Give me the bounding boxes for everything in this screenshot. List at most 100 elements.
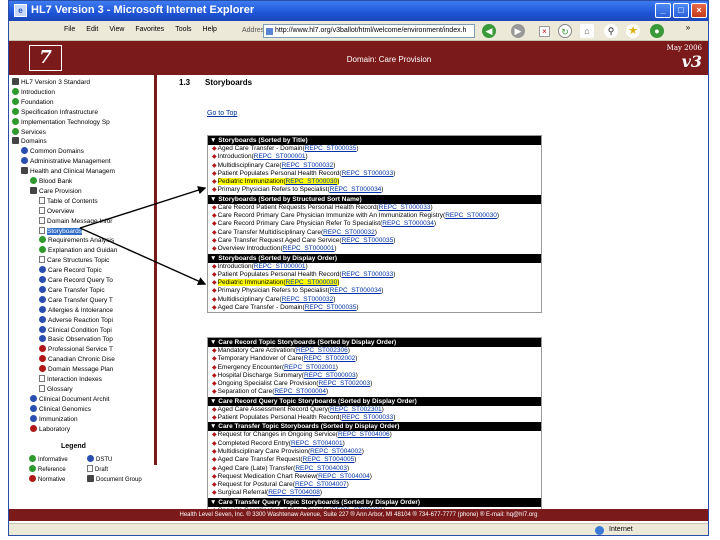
- nav-item[interactable]: Care Provision: [30, 186, 82, 196]
- storyboard-code-link[interactable]: REPC_ST000033: [342, 414, 394, 421]
- storyboard-code-link[interactable]: REPC_ST002001: [284, 364, 336, 371]
- nav-item[interactable]: Domains: [12, 137, 47, 146]
- nav-item[interactable]: Domain Message Plan: [39, 365, 113, 374]
- nav-item[interactable]: Professional Service T: [39, 345, 113, 354]
- nav-item[interactable]: Care Transfer Topic: [39, 285, 105, 295]
- storyboard-code-link[interactable]: REPC_ST000030: [285, 178, 338, 186]
- storyboard-code-link[interactable]: REPC_ST004001: [291, 440, 343, 447]
- nav-item[interactable]: Health and Clinical Managem: [21, 167, 115, 176]
- nav-item[interactable]: Domain Message Infor: [39, 216, 112, 226]
- nav-item[interactable]: Care Record Topic: [39, 266, 102, 275]
- storyboard-code-link[interactable]: REPC_ST000034: [330, 186, 382, 193]
- table-section-header[interactable]: ▼ Storyboards (Sorted by Title): [208, 136, 541, 145]
- nav-item[interactable]: Introduction: [12, 87, 55, 97]
- close-button[interactable]: ×: [691, 3, 707, 18]
- nav-item[interactable]: HL7 Version 3 Standard: [12, 78, 90, 87]
- nav-item[interactable]: Canadian Chronic Dise: [39, 355, 115, 364]
- table-section-header[interactable]: ▼ Care Transfer Query Topic Storyboards …: [208, 497, 541, 507]
- table-section-header[interactable]: ▼ Storyboards (Sorted by Display Order): [208, 253, 541, 263]
- storyboard-code-link[interactable]: REPC_ST000001: [283, 245, 335, 252]
- storyboard-code-link[interactable]: REPC_ST000033: [342, 170, 394, 177]
- collapse-triangle-icon[interactable]: ▼: [210, 255, 218, 262]
- nav-item[interactable]: Care Transfer Query T: [39, 295, 113, 305]
- nav-item[interactable]: Immunization: [30, 414, 78, 424]
- menu-tools[interactable]: Tools: [175, 26, 191, 33]
- nav-item[interactable]: Allergies & Intolerance: [39, 305, 113, 315]
- menu-file[interactable]: File: [64, 26, 75, 33]
- menu-help[interactable]: Help: [203, 26, 217, 33]
- nav-item[interactable]: Blood Bank: [30, 177, 72, 186]
- nav-item[interactable]: Glossary: [39, 384, 73, 394]
- stop-icon[interactable]: ×: [539, 26, 550, 37]
- nav-item[interactable]: Explanation and Guidan: [39, 246, 117, 255]
- nav-item[interactable]: Adverse Reaction Topi: [39, 315, 113, 325]
- storyboard-code-link[interactable]: REPC_ST000001: [254, 153, 306, 160]
- collapse-triangle-icon[interactable]: ▼: [210, 339, 218, 346]
- nav-item[interactable]: Foundation: [12, 97, 54, 107]
- storyboard-code-link[interactable]: REPC_ST004007: [295, 481, 347, 488]
- storyboard-code-link[interactable]: REPC_ST000035: [305, 145, 357, 152]
- table-section-header[interactable]: ▼ Storyboards (Sorted by Structured Sort…: [208, 194, 541, 204]
- table-section-header[interactable]: ▼ Care Record Query Topic Storyboards (S…: [208, 396, 541, 406]
- storyboard-code-link[interactable]: REPC_ST002306: [296, 347, 348, 354]
- storyboard-code-link[interactable]: REPC_ST004006: [338, 431, 390, 438]
- collapse-triangle-icon[interactable]: ▼: [210, 196, 218, 203]
- favorites-star-icon[interactable]: ★: [626, 24, 640, 38]
- storyboard-code-link[interactable]: REPC_ST002002: [304, 355, 356, 362]
- menu-edit[interactable]: Edit: [86, 26, 98, 33]
- nav-item[interactable]: Care Record Query To: [39, 276, 113, 285]
- storyboard-code-link[interactable]: REPC_ST004008: [268, 489, 320, 496]
- address-input[interactable]: http://www.hl7.org/v3ballot/html/welcome…: [263, 24, 475, 38]
- nav-item[interactable]: Storyboards: [39, 226, 83, 236]
- storyboard-code-link[interactable]: REPC_ST000034: [330, 287, 382, 294]
- chevron-more-icon[interactable]: »: [681, 21, 695, 35]
- menu-view[interactable]: View: [109, 26, 124, 33]
- collapse-triangle-icon[interactable]: ▼: [210, 499, 218, 506]
- nav-item[interactable]: Clinical Genomics: [30, 404, 91, 414]
- storyboard-code-link[interactable]: REPC_ST000032: [323, 229, 375, 236]
- storyboard-code-link[interactable]: REPC_ST000032: [282, 162, 334, 169]
- refresh-icon[interactable]: ↻: [558, 24, 572, 38]
- minimize-button[interactable]: _: [655, 3, 671, 18]
- storyboard-code-link[interactable]: REPC_ST000030: [285, 279, 338, 287]
- nav-item[interactable]: Services: [12, 127, 46, 137]
- storyboard-code-link[interactable]: REPC_ST004005: [303, 456, 355, 463]
- collapse-triangle-icon[interactable]: ▼: [210, 398, 218, 405]
- nav-item[interactable]: Overview: [39, 206, 74, 216]
- storyboard-code-link[interactable]: REPC_ST000001: [254, 263, 306, 270]
- nav-item[interactable]: Clinical Document Archit: [30, 394, 109, 404]
- storyboard-code-link[interactable]: REPC_ST000004: [274, 388, 326, 395]
- home-icon[interactable]: ⌂: [580, 24, 594, 38]
- menu-favorites[interactable]: Favorites: [135, 26, 164, 33]
- storyboard-code-link[interactable]: REPC_ST000033: [379, 204, 431, 211]
- storyboard-code-link[interactable]: REPC_ST000034: [382, 220, 434, 227]
- nav-item[interactable]: Specification Infrastructure: [12, 107, 98, 117]
- nav-item[interactable]: Clinical Condition Topi: [39, 325, 112, 335]
- storyboard-code-link[interactable]: REPC_ST000033: [342, 271, 394, 278]
- maximize-button[interactable]: □: [673, 3, 689, 18]
- back-icon[interactable]: ◀: [482, 24, 496, 38]
- search-icon[interactable]: ⚲: [604, 24, 618, 38]
- nav-item[interactable]: Care Structures Topic: [39, 256, 109, 265]
- storyboard-code-link[interactable]: REPC_ST000030: [445, 212, 497, 219]
- collapse-triangle-icon[interactable]: ▼: [210, 423, 218, 430]
- storyboard-code-link[interactable]: REPC_ST000032: [282, 296, 334, 303]
- storyboard-code-link[interactable]: REPC_ST000035: [342, 237, 394, 244]
- storyboard-code-link[interactable]: REPC_ST002301: [330, 406, 382, 413]
- storyboard-code-link[interactable]: REPC_ST004004: [318, 473, 370, 480]
- collapse-triangle-icon[interactable]: ▼: [210, 137, 218, 144]
- storyboard-code-link[interactable]: REPC_ST004002: [310, 448, 362, 455]
- media-icon[interactable]: ●: [650, 24, 664, 38]
- table-section-header[interactable]: ▼ Care Transfer Topic Storyboards (Sorte…: [208, 422, 541, 432]
- nav-item[interactable]: Basic Observation Top: [39, 335, 113, 344]
- storyboard-code-link[interactable]: REPC_ST000035: [305, 304, 357, 311]
- nav-item[interactable]: Laboratory: [30, 424, 70, 434]
- nav-item[interactable]: Interaction Indexes: [39, 375, 102, 384]
- forward-icon[interactable]: ▶: [511, 24, 525, 38]
- nav-item[interactable]: Implementation Technology Sp: [12, 117, 110, 127]
- nav-item[interactable]: Common Domains: [21, 147, 84, 156]
- storyboard-code-link[interactable]: REPC_ST000003: [304, 372, 356, 379]
- nav-item[interactable]: Requirements Analysis: [39, 236, 114, 245]
- go-to-top-link[interactable]: Go to Top: [207, 110, 237, 117]
- nav-item[interactable]: Administrative Management: [21, 157, 111, 166]
